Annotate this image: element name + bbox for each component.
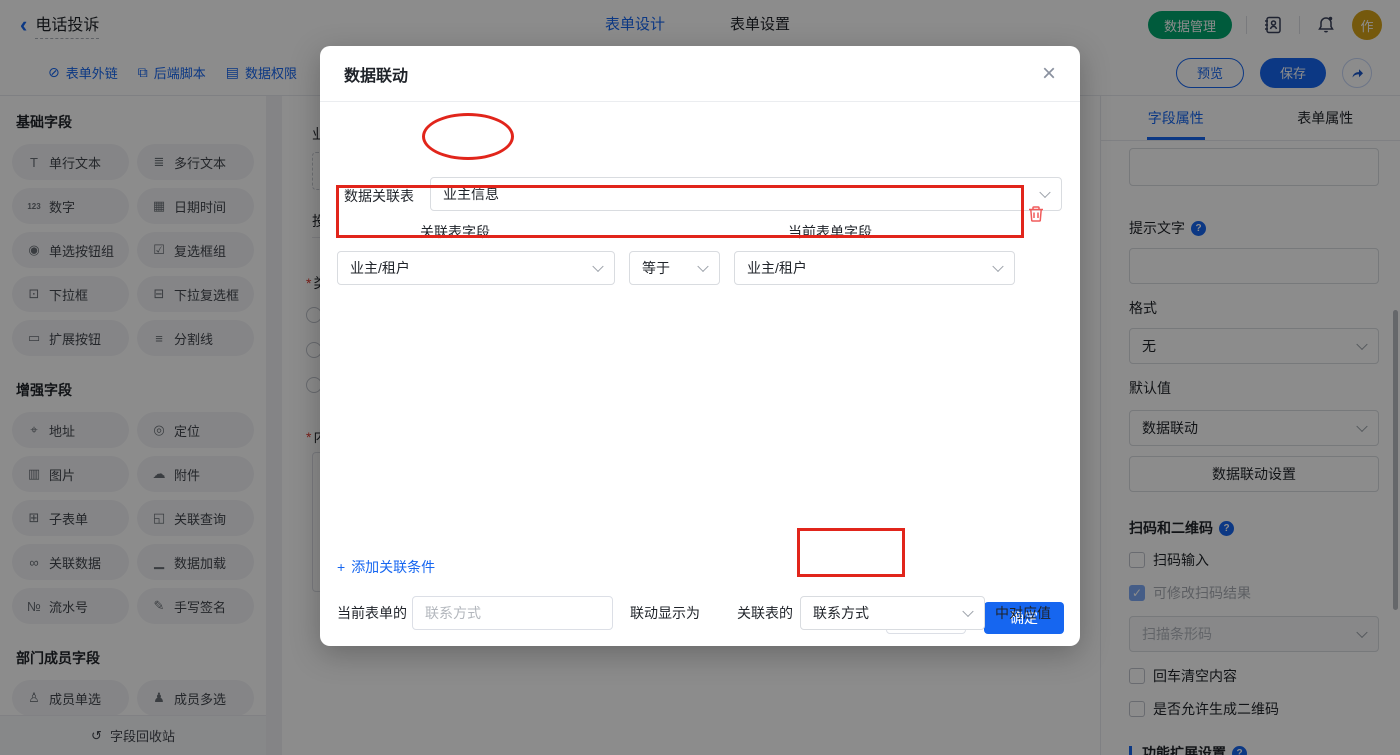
rel-field-value: 联系方式 [813, 603, 869, 623]
chevron-down-icon [992, 261, 1003, 272]
mapping-rel-prefix-label: 关联表的 [737, 596, 793, 630]
chevron-down-icon [962, 606, 973, 617]
column-header-current-field: 当前表单字段 [788, 222, 872, 242]
condition-left-value: 业主/租户 [350, 258, 410, 278]
condition-operator-value: 等于 [642, 258, 670, 278]
close-icon[interactable]: × [1042, 62, 1056, 86]
chevron-down-icon [1039, 187, 1050, 198]
mapping-middle-label: 联动显示为 [630, 596, 700, 630]
data-linkage-modal: 数据联动 × 数据关联表 业主信息 关联表字段 当前表单字段 业主/租户 等于 … [320, 46, 1080, 646]
condition-right-field-select[interactable]: 业主/租户 [734, 251, 1015, 285]
delete-condition-trash-icon[interactable] [1026, 204, 1046, 224]
relation-table-value: 业主信息 [443, 184, 499, 204]
add-condition-label: 添加关联条件 [351, 557, 435, 577]
modal-title: 数据联动 [344, 62, 408, 86]
rel-field-select[interactable]: 联系方式 [800, 596, 985, 630]
column-header-relation-field: 关联表字段 [420, 222, 490, 242]
condition-operator-select[interactable]: 等于 [629, 251, 720, 285]
chevron-down-icon [592, 261, 603, 272]
mapping-suffix-label: 中对应值 [995, 596, 1051, 630]
current-field-input: 联系方式 [412, 596, 613, 630]
condition-left-field-select[interactable]: 业主/租户 [337, 251, 615, 285]
plus-icon: + [337, 559, 345, 575]
mapping-prefix-label: 当前表单的 [337, 596, 407, 630]
relation-table-label: 数据关联表 [344, 186, 414, 206]
add-condition-link[interactable]: + 添加关联条件 [337, 557, 435, 577]
relation-table-select[interactable]: 业主信息 [430, 177, 1062, 211]
condition-right-value: 业主/租户 [747, 258, 807, 278]
chevron-down-icon [697, 261, 708, 272]
